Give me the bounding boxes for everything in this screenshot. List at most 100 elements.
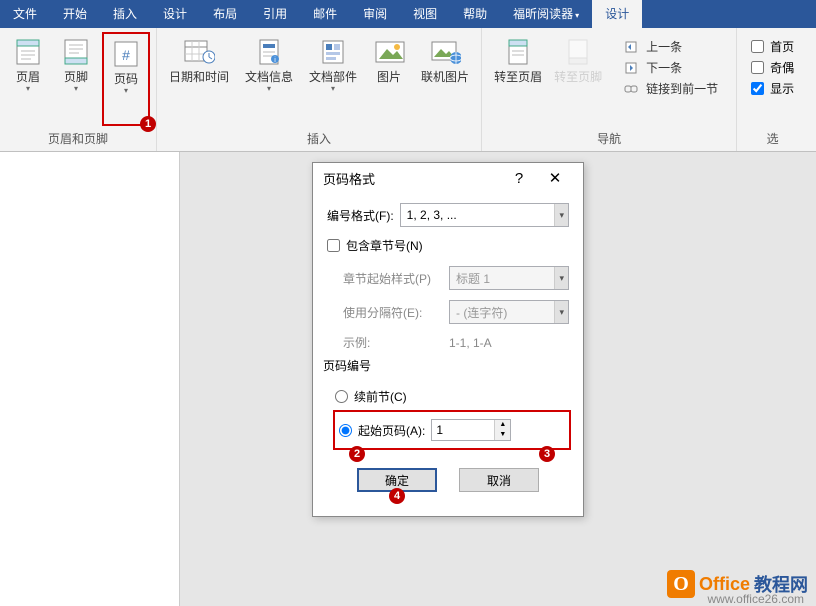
tab-designer[interactable]: 设计 xyxy=(592,0,642,28)
chevron-down-icon: ▾ xyxy=(331,84,335,93)
goto-header-icon xyxy=(502,36,534,68)
goto-footer-label: 转至页脚 xyxy=(554,70,602,84)
start-at-input[interactable] xyxy=(432,420,494,440)
group-navigation: 转至页眉 转至页脚 上一条 下一条 xyxy=(482,28,737,151)
nav-link-previous[interactable]: 链接到前一节 xyxy=(620,78,722,99)
start-at-radio[interactable] xyxy=(339,424,352,437)
option-odd-even[interactable]: 奇偶 xyxy=(751,57,794,78)
tab-insert[interactable]: 插入 xyxy=(100,0,150,28)
spinner-down-icon[interactable]: ▼ xyxy=(495,430,510,440)
quickparts-button[interactable]: 文档部件 ▾ xyxy=(303,32,363,126)
option-first-page[interactable]: 首页 xyxy=(751,36,794,57)
chevron-down-icon: ▾ xyxy=(575,11,579,20)
tab-foxit[interactable]: 福昕阅读器▾ xyxy=(500,0,592,28)
show-checkbox[interactable] xyxy=(751,82,764,95)
group-hf-label: 页眉和页脚 xyxy=(48,126,108,151)
datetime-label: 日期和时间 xyxy=(169,70,229,84)
chevron-down-icon: ▾ xyxy=(124,86,128,95)
tab-view[interactable]: 视图 xyxy=(400,0,450,28)
online-picture-button[interactable]: 联机图片 xyxy=(415,32,475,126)
office-logo-icon: O xyxy=(667,570,695,598)
nav-prev-label: 上一条 xyxy=(646,38,682,55)
start-at-label: 起始页码(A): xyxy=(358,422,425,439)
quickparts-label: 文档部件 xyxy=(309,70,357,84)
dialog-title: 页码格式 xyxy=(323,169,501,188)
example-label: 示例: xyxy=(343,334,443,351)
ribbon: 页眉 ▾ 页脚 ▾ # 页码 ▾ 1 页眉和页脚 xyxy=(0,28,816,152)
chevron-down-icon: ▾ xyxy=(74,84,78,93)
chevron-down-icon: ▾ xyxy=(554,204,568,226)
include-chapter-label: 包含章节号(N) xyxy=(346,237,423,254)
spinner-up-icon[interactable]: ▲ xyxy=(495,420,510,430)
first-page-checkbox[interactable] xyxy=(751,40,764,53)
docinfo-button[interactable]: i 文档信息 ▾ xyxy=(239,32,299,126)
group-nav-label: 导航 xyxy=(597,126,621,151)
continue-previous-radio[interactable] xyxy=(335,390,348,403)
header-label: 页眉 xyxy=(16,70,40,84)
group-header-footer: 页眉 ▾ 页脚 ▾ # 页码 ▾ 1 页眉和页脚 xyxy=(0,28,157,151)
goto-footer-button[interactable]: 转至页脚 xyxy=(548,32,608,126)
chapter-style-combobox: 标题 1 ▾ xyxy=(449,266,569,290)
odd-even-checkbox[interactable] xyxy=(751,61,764,74)
goto-footer-icon xyxy=(562,36,594,68)
previous-icon xyxy=(624,40,640,54)
page-number-format-dialog: 页码格式 ? ✕ 编号格式(F): 1, 2, 3, ... ▾ 包含章节号(N… xyxy=(312,162,584,517)
dialog-help-button[interactable]: ? xyxy=(501,170,537,187)
quickparts-icon xyxy=(317,36,349,68)
footer-button[interactable]: 页脚 ▾ xyxy=(54,32,98,126)
datetime-button[interactable]: 日期和时间 xyxy=(163,32,235,126)
separator-label: 使用分隔符(E): xyxy=(343,304,443,321)
nav-next-label: 下一条 xyxy=(646,59,682,76)
group-insert-label: 插入 xyxy=(307,126,331,151)
online-picture-label: 联机图片 xyxy=(421,70,469,84)
nav-link-label: 链接到前一节 xyxy=(646,80,718,97)
nav-previous[interactable]: 上一条 xyxy=(620,36,722,57)
picture-button[interactable]: 图片 xyxy=(367,32,411,126)
tab-file[interactable]: 文件 xyxy=(0,0,50,28)
docinfo-label: 文档信息 xyxy=(245,70,293,84)
start-at-spinner[interactable]: ▲ ▼ xyxy=(431,419,511,441)
goto-header-button[interactable]: 转至页眉 xyxy=(488,32,548,126)
nav-next[interactable]: 下一条 xyxy=(620,57,722,78)
chevron-down-icon: ▾ xyxy=(267,84,271,93)
tab-references[interactable]: 引用 xyxy=(250,0,300,28)
group-insert: 日期和时间 i 文档信息 ▾ 文档部件 ▾ 图片 xyxy=(157,28,482,151)
continue-previous-row[interactable]: 续前节(C) xyxy=(335,385,569,408)
separator-combobox: - (连字符) ▾ xyxy=(449,300,569,324)
header-button[interactable]: 页眉 ▾ xyxy=(6,32,50,126)
include-chapter-checkbox[interactable] xyxy=(327,239,340,252)
callout-4: 4 xyxy=(389,488,405,504)
tab-help[interactable]: 帮助 xyxy=(450,0,500,28)
docinfo-icon: i xyxy=(253,36,285,68)
continue-prev-label: 续前节(C) xyxy=(354,388,407,405)
page-numbering-legend: 页码编号 xyxy=(323,357,569,374)
page-number-icon: # xyxy=(110,38,142,70)
start-at-row[interactable]: 起始页码(A): ▲ ▼ xyxy=(339,416,565,444)
group-opts-label: 选 xyxy=(767,126,779,151)
number-format-label: 编号格式(F): xyxy=(327,207,394,224)
tab-design[interactable]: 设计 xyxy=(150,0,200,28)
cancel-button[interactable]: 取消 xyxy=(459,468,539,492)
tab-home[interactable]: 开始 xyxy=(50,0,100,28)
number-format-combobox[interactable]: 1, 2, 3, ... ▾ xyxy=(400,203,569,227)
example-value: 1-1, 1-A xyxy=(449,336,492,350)
doc-page xyxy=(0,152,180,606)
page-number-button[interactable]: # 页码 ▾ 1 xyxy=(102,32,150,126)
dialog-titlebar: 页码格式 ? ✕ xyxy=(313,163,583,193)
dialog-close-button[interactable]: ✕ xyxy=(537,169,573,187)
option-show[interactable]: 显示 xyxy=(751,78,794,99)
chevron-down-icon: ▾ xyxy=(554,267,568,289)
footer-label: 页脚 xyxy=(64,70,88,84)
number-format-value: 1, 2, 3, ... xyxy=(407,208,457,222)
chevron-down-icon: ▾ xyxy=(554,301,568,323)
callout-3: 3 xyxy=(539,446,555,462)
header-icon xyxy=(12,36,44,68)
tab-layout[interactable]: 布局 xyxy=(200,0,250,28)
next-icon xyxy=(624,61,640,75)
chapter-style-label: 章节起始样式(P) xyxy=(343,270,443,287)
callout-2: 2 xyxy=(349,446,365,462)
group-options: 首页 奇偶 显示 选 xyxy=(737,28,808,151)
footer-icon xyxy=(60,36,92,68)
tab-review[interactable]: 审阅 xyxy=(350,0,400,28)
tab-mailings[interactable]: 邮件 xyxy=(300,0,350,28)
